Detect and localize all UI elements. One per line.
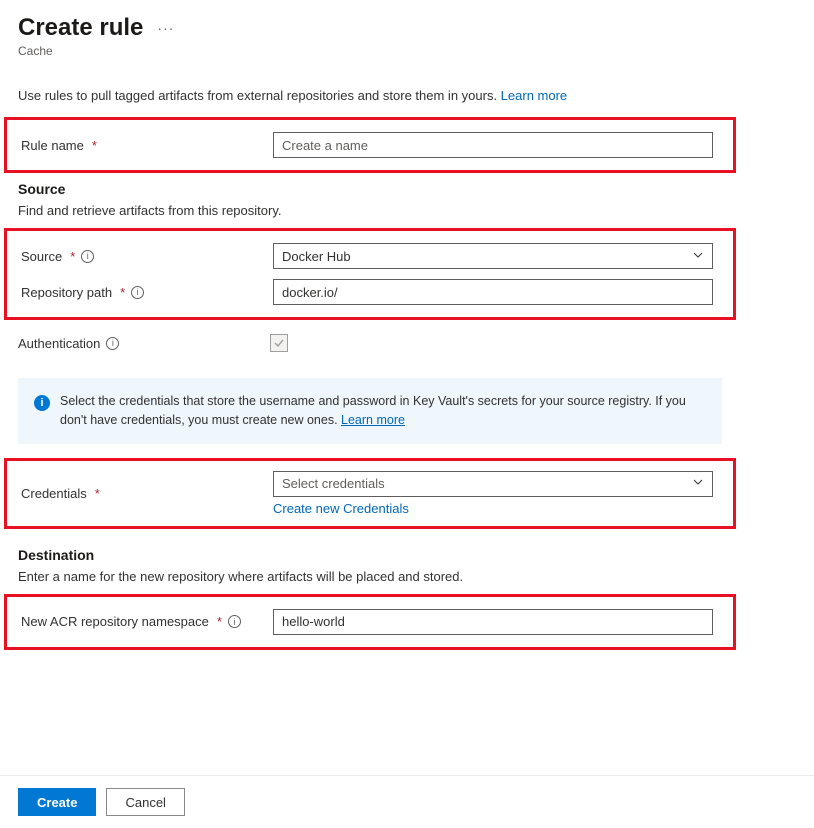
more-icon[interactable]: ··· xyxy=(157,21,174,35)
chevron-down-icon xyxy=(692,249,704,264)
repo-path-input[interactable] xyxy=(273,279,713,305)
info-icon[interactable]: i xyxy=(131,286,144,299)
rule-name-label: Rule name xyxy=(21,138,84,153)
info-icon[interactable]: i xyxy=(228,615,241,628)
destination-group: New ACR repository namespace * i xyxy=(4,594,736,650)
auth-checkbox[interactable] xyxy=(270,334,288,352)
required-indicator: * xyxy=(217,614,222,629)
banner-learn-more-link[interactable]: Learn more xyxy=(341,413,405,427)
auth-label: Authentication xyxy=(18,336,100,351)
source-section: Source Find and retrieve artifacts from … xyxy=(18,181,796,218)
source-desc: Find and retrieve artifacts from this re… xyxy=(18,203,796,218)
source-heading: Source xyxy=(18,181,796,197)
intro-body: Use rules to pull tagged artifacts from … xyxy=(18,88,501,103)
credentials-select[interactable]: Select credentials xyxy=(273,471,713,497)
breadcrumb: Cache xyxy=(18,44,796,58)
info-icon[interactable]: i xyxy=(106,337,119,350)
create-button[interactable]: Create xyxy=(18,788,96,816)
source-value: Docker Hub xyxy=(282,249,351,264)
acr-namespace-input[interactable] xyxy=(273,609,713,635)
credentials-group: Credentials * Select credentials Create n… xyxy=(4,458,736,529)
info-banner-icon: i xyxy=(34,395,50,411)
required-indicator: * xyxy=(120,285,125,300)
chevron-down-icon xyxy=(692,476,704,491)
info-icon[interactable]: i xyxy=(81,250,94,263)
source-group: Source * i Docker Hub Repository path * i xyxy=(4,228,736,320)
learn-more-link[interactable]: Learn more xyxy=(501,88,567,103)
intro-text: Use rules to pull tagged artifacts from … xyxy=(18,88,796,103)
credentials-label: Credentials xyxy=(21,486,87,501)
destination-section: Destination Enter a name for the new rep… xyxy=(18,547,796,584)
repo-path-label: Repository path xyxy=(21,285,112,300)
source-label: Source xyxy=(21,249,62,264)
credentials-placeholder: Select credentials xyxy=(282,476,385,491)
footer: Create Cancel xyxy=(0,775,814,828)
cancel-button[interactable]: Cancel xyxy=(106,788,184,816)
required-indicator: * xyxy=(95,486,100,501)
rule-name-input[interactable] xyxy=(273,132,713,158)
destination-desc: Enter a name for the new repository wher… xyxy=(18,569,796,584)
credentials-info-banner: i Select the credentials that store the … xyxy=(18,378,722,444)
page-title: Create rule xyxy=(18,14,143,42)
source-select[interactable]: Docker Hub xyxy=(273,243,713,269)
destination-heading: Destination xyxy=(18,547,796,563)
rule-name-group: Rule name * xyxy=(4,117,736,173)
acr-namespace-label: New ACR repository namespace xyxy=(21,614,209,629)
required-indicator: * xyxy=(92,138,97,153)
create-credentials-link[interactable]: Create new Credentials xyxy=(273,501,409,516)
required-indicator: * xyxy=(70,249,75,264)
